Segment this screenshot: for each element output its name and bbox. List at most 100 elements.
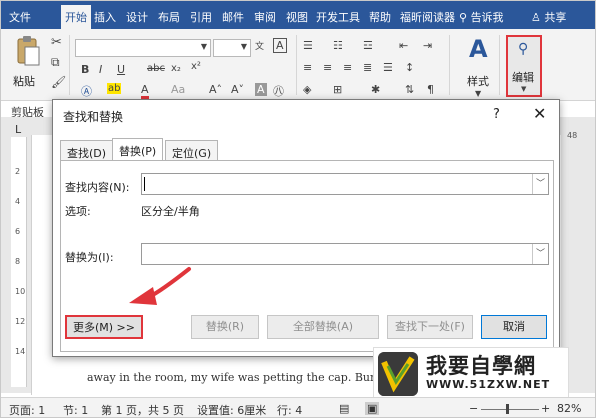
multilevel-list-icon[interactable]: ☲ xyxy=(363,39,373,52)
bold-button[interactable]: B xyxy=(81,63,89,76)
italic-button[interactable]: I xyxy=(99,63,102,76)
numbering-icon[interactable]: ☷ xyxy=(333,39,343,52)
sort-icon[interactable]: ⇅ xyxy=(405,83,414,96)
tab-home[interactable]: 开始 xyxy=(61,5,91,29)
superscript-button[interactable]: x² xyxy=(191,61,201,72)
bullets-icon[interactable]: ☰ xyxy=(303,39,313,52)
font-size-combo[interactable]: ▼ xyxy=(213,39,251,57)
lightbulb-icon: ⚲ xyxy=(459,11,471,24)
enclose-char-icon[interactable]: ㊇ xyxy=(273,83,284,99)
status-bar: 页面: 1 节: 1 第 1 页，共 5 页 设置值: 6厘米 行: 4 ▤ ▣… xyxy=(1,397,595,417)
print-layout-icon[interactable]: ▣ xyxy=(365,402,380,415)
character-border-icon[interactable]: A xyxy=(273,38,287,53)
borders-icon[interactable]: ⊞ xyxy=(333,83,342,96)
vertical-ruler: 2 4 6 8 10 12 14 xyxy=(11,137,27,387)
tab-mailings[interactable]: 邮件 xyxy=(222,9,244,25)
tab-help[interactable]: 帮助 xyxy=(369,9,391,25)
more-button[interactable]: 更多(M) >> xyxy=(65,315,143,339)
styles-icon[interactable]: A xyxy=(469,35,488,63)
shrink-font-icon[interactable]: A˅ xyxy=(231,83,244,96)
find-replace-dialog: 查找和替换 ? ✕ 查找(D) 替换(P) 定位(G) 查找内容(N): ﹀ 选… xyxy=(52,99,560,357)
text-effects-icon[interactable]: Ⓐ xyxy=(81,83,92,99)
strikethrough-button[interactable]: abc xyxy=(147,63,165,74)
tab-goto[interactable]: 定位(G) xyxy=(165,140,219,160)
styles-button-label[interactable]: 样式 xyxy=(467,73,489,89)
editing-button[interactable]: ⚲ 编辑 ▼ xyxy=(506,35,542,97)
chevron-down-icon: ▼ xyxy=(240,42,247,51)
zoom-in-icon[interactable]: + xyxy=(541,402,550,415)
help-button[interactable]: ? xyxy=(493,107,500,122)
paste-button-label[interactable]: 粘贴 xyxy=(13,73,35,89)
replace-input[interactable]: ﹀ xyxy=(141,243,549,265)
find-input[interactable]: ﹀ xyxy=(141,173,549,195)
status-page[interactable]: 页面: 1 xyxy=(9,402,45,417)
format-painter-icon[interactable]: 🖌 xyxy=(51,75,66,89)
cancel-button[interactable]: 取消 xyxy=(481,315,547,339)
status-position[interactable]: 设置值: 6厘米 xyxy=(197,402,266,417)
editing-label: 编辑 xyxy=(512,71,534,84)
tab-file[interactable]: 文件 xyxy=(9,9,31,25)
status-section[interactable]: 节: 1 xyxy=(63,402,88,417)
tab-insert[interactable]: 插入 xyxy=(94,9,116,25)
read-mode-icon[interactable]: ▤ xyxy=(339,402,349,415)
align-center-icon[interactable]: ≡ xyxy=(323,61,332,74)
justify-icon[interactable]: ≣ xyxy=(363,61,372,74)
options-value: 区分全/半角 xyxy=(141,205,200,218)
change-case-icon[interactable]: Aa xyxy=(171,83,185,96)
watermark: 我要自學網 WWW.51ZXW.NET xyxy=(373,347,569,399)
replace-button[interactable]: 替换(R) xyxy=(191,315,259,339)
distributed-icon[interactable]: ☰ xyxy=(383,61,393,74)
font-name-combo[interactable]: ▼ xyxy=(75,39,211,57)
tab-review[interactable]: 审阅 xyxy=(254,9,276,25)
tab-foxit[interactable]: 福昕阅读器 xyxy=(400,9,455,25)
chevron-down-icon: ▼ xyxy=(475,89,482,98)
zoom-slider-thumb[interactable] xyxy=(506,404,509,414)
shading-icon[interactable]: ◈ xyxy=(303,83,311,96)
underline-button[interactable]: U xyxy=(117,63,125,76)
phonetic-guide-icon[interactable]: 文 xyxy=(255,39,264,52)
zoom-level[interactable]: 82% xyxy=(557,402,581,415)
tab-developer[interactable]: 开发工具 xyxy=(316,9,360,25)
person-icon: ♙ xyxy=(531,11,545,24)
find-next-button[interactable]: 查找下一处(F) xyxy=(387,315,473,339)
char-shading-icon[interactable]: A xyxy=(255,83,267,96)
tell-me-search[interactable]: ⚲ 告诉我 xyxy=(459,9,504,25)
chevron-down-icon: ▼ xyxy=(200,42,207,51)
share-button[interactable]: ♙ 共享 xyxy=(531,9,566,25)
font-color-icon[interactable]: A xyxy=(141,83,149,99)
watermark-url: WWW.51ZXW.NET xyxy=(426,378,551,391)
replace-panel: 查找内容(N): ﹀ 选项: 区分全/半角 替换为(I): ﹀ 更多(M) >>… xyxy=(60,160,554,352)
tab-replace[interactable]: 替换(P) xyxy=(112,138,164,161)
clipboard-icon[interactable] xyxy=(15,35,41,67)
increase-indent-icon[interactable]: ⇥ xyxy=(423,39,432,52)
tab-references[interactable]: 引用 xyxy=(190,9,212,25)
tab-find[interactable]: 查找(D) xyxy=(60,140,114,160)
separator xyxy=(69,35,70,95)
tab-view[interactable]: 视图 xyxy=(286,9,308,25)
replace-all-button[interactable]: 全部替换(A) xyxy=(267,315,379,339)
status-page-of[interactable]: 第 1 页，共 5 页 xyxy=(101,402,184,417)
chevron-down-icon[interactable]: ﹀ xyxy=(532,244,548,264)
show-marks-icon[interactable]: ¶ xyxy=(427,83,434,96)
status-line[interactable]: 行: 4 xyxy=(277,402,302,417)
line-spacing-icon[interactable]: ↕ xyxy=(405,61,414,74)
tab-selector-icon[interactable]: L xyxy=(15,123,21,136)
tab-design[interactable]: 设计 xyxy=(126,9,148,25)
decrease-indent-icon[interactable]: ⇤ xyxy=(399,39,408,52)
document-text: away in the room, my wife was petting th… xyxy=(87,371,404,384)
cut-icon[interactable]: ✂ xyxy=(51,35,62,50)
chevron-down-icon[interactable]: ﹀ xyxy=(532,174,548,194)
grow-font-icon[interactable]: A˄ xyxy=(209,83,222,96)
copy-icon[interactable]: ⧉ xyxy=(51,55,60,70)
subscript-button[interactable]: x₂ xyxy=(171,63,181,74)
highlight-icon[interactable]: ab xyxy=(107,83,122,94)
watermark-logo-icon xyxy=(378,352,418,396)
close-icon[interactable]: ✕ xyxy=(533,104,546,123)
find-label: 查找内容(N): xyxy=(65,181,130,194)
align-left-icon[interactable]: ≡ xyxy=(303,61,312,74)
align-right-icon[interactable]: ≡ xyxy=(343,61,352,74)
zoom-slider[interactable] xyxy=(481,409,539,410)
zoom-out-icon[interactable]: − xyxy=(469,402,478,415)
tab-layout[interactable]: 布局 xyxy=(158,9,180,25)
chinese-layout-icon[interactable]: ✱ xyxy=(371,83,380,96)
